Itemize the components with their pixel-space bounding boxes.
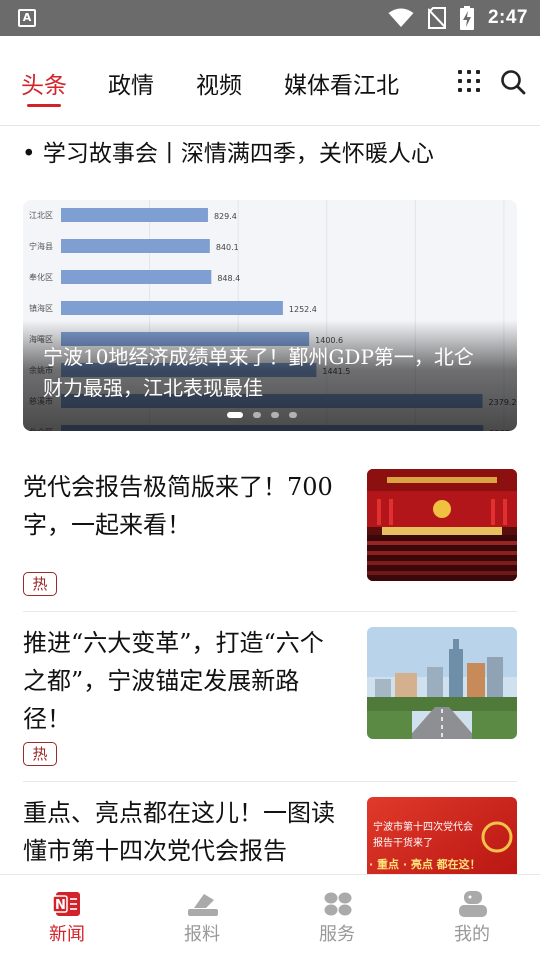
chart-bar <box>61 270 212 284</box>
list-divider <box>23 781 517 782</box>
system-icons: 2:47 <box>388 0 528 36</box>
article-thumbnail <box>367 469 517 581</box>
banner-text-line-2: 报告干货来了 <box>373 836 433 849</box>
hot-badge: 热 <box>23 742 57 766</box>
chart-category-label: 宁海县 <box>29 241 53 251</box>
news-icon: N <box>53 892 80 916</box>
tab-video[interactable]: 视频 <box>196 66 242 100</box>
featured-carousel[interactable]: 江北区829.4宁海县840.1奉化区848.4镇海区1252.4海曙区1400… <box>23 200 517 431</box>
nav-profile-label: 我的 <box>454 924 490 945</box>
chart-value-label: 1252.4 <box>289 305 317 314</box>
chart-category-label: 镇海区 <box>29 303 53 313</box>
status-time: 2:47 <box>487 7 528 28</box>
chart-category-label: 江北区 <box>29 211 53 220</box>
profile-icon <box>459 891 487 917</box>
banner-text-line-3: · 重点 · 亮点 都在这！ <box>369 857 481 871</box>
chart-bar <box>61 208 208 222</box>
carousel-caption: 宁波10地经济成绩单来了！鄞州GDP第一，北仑财力最强，江北表现最佳 <box>43 345 474 400</box>
congress-hall-photo <box>367 469 517 581</box>
svg-text:N: N <box>55 898 66 913</box>
nav-report[interactable]: 报料 <box>157 875 247 960</box>
bottom-nav: N 新闻 报料 服务 我的 <box>0 874 540 960</box>
nav-service-label: 服务 <box>319 924 355 945</box>
article-title: 党代会报告极简版来了！700字，一起来看！ <box>23 473 333 539</box>
service-icon <box>324 892 352 916</box>
chart-value-label: 840.1 <box>216 243 239 252</box>
banner-text-line-1: 宁波市第十四次党代会 <box>373 820 473 833</box>
carousel-dot-3[interactable] <box>271 412 279 418</box>
carousel-dot-4[interactable] <box>289 412 297 418</box>
city-skyline-photo <box>367 627 517 739</box>
grid-menu-icon[interactable] <box>458 70 480 92</box>
report-icon <box>188 894 218 916</box>
chart-bar <box>61 301 283 315</box>
no-sim-icon <box>427 7 446 29</box>
carousel-indicator <box>227 412 297 418</box>
chart-value-label: 848.4 <box>217 274 240 283</box>
status-bar: A 2:47 <box>0 0 540 36</box>
article-title: 重点、亮点都在这儿！一图读懂市第十四次党代会报告 <box>23 799 335 865</box>
article-title: 推进“六大变革”，打造“六个之都”，宁波锚定发展新路径！ <box>23 629 324 733</box>
chart-bar <box>61 239 210 253</box>
list-divider <box>23 611 517 612</box>
headline-link[interactable]: • 学习故事会丨深情满四季，关怀暖人心 <box>22 134 434 168</box>
battery-charging-icon <box>459 6 474 30</box>
tab-politics[interactable]: 政情 <box>108 66 154 100</box>
nav-news[interactable]: N 新闻 <box>22 875 112 960</box>
app-notification-icon: A <box>18 9 36 27</box>
active-tab-indicator <box>27 104 61 107</box>
tab-headlines[interactable]: 头条 <box>21 66 67 100</box>
nav-profile[interactable]: 我的 <box>427 875 517 960</box>
chart-category-label: 奉化区 <box>29 272 53 282</box>
article-thumbnail <box>367 627 517 739</box>
nav-news-label: 新闻 <box>49 924 85 945</box>
top-nav: 头条 政情 视频 媒体看江北 <box>0 36 540 126</box>
tab-media-jiangbei[interactable]: 媒体看江北 <box>284 66 399 100</box>
search-icon[interactable] <box>500 69 526 95</box>
wifi-icon <box>388 8 414 27</box>
chart-value-label: 829.4 <box>214 212 237 221</box>
carousel-dot-1[interactable] <box>227 412 243 418</box>
nav-report-label: 报料 <box>184 924 220 945</box>
hot-badge: 热 <box>23 572 57 596</box>
nav-service[interactable]: 服务 <box>292 875 382 960</box>
carousel-dot-2[interactable] <box>253 412 261 418</box>
